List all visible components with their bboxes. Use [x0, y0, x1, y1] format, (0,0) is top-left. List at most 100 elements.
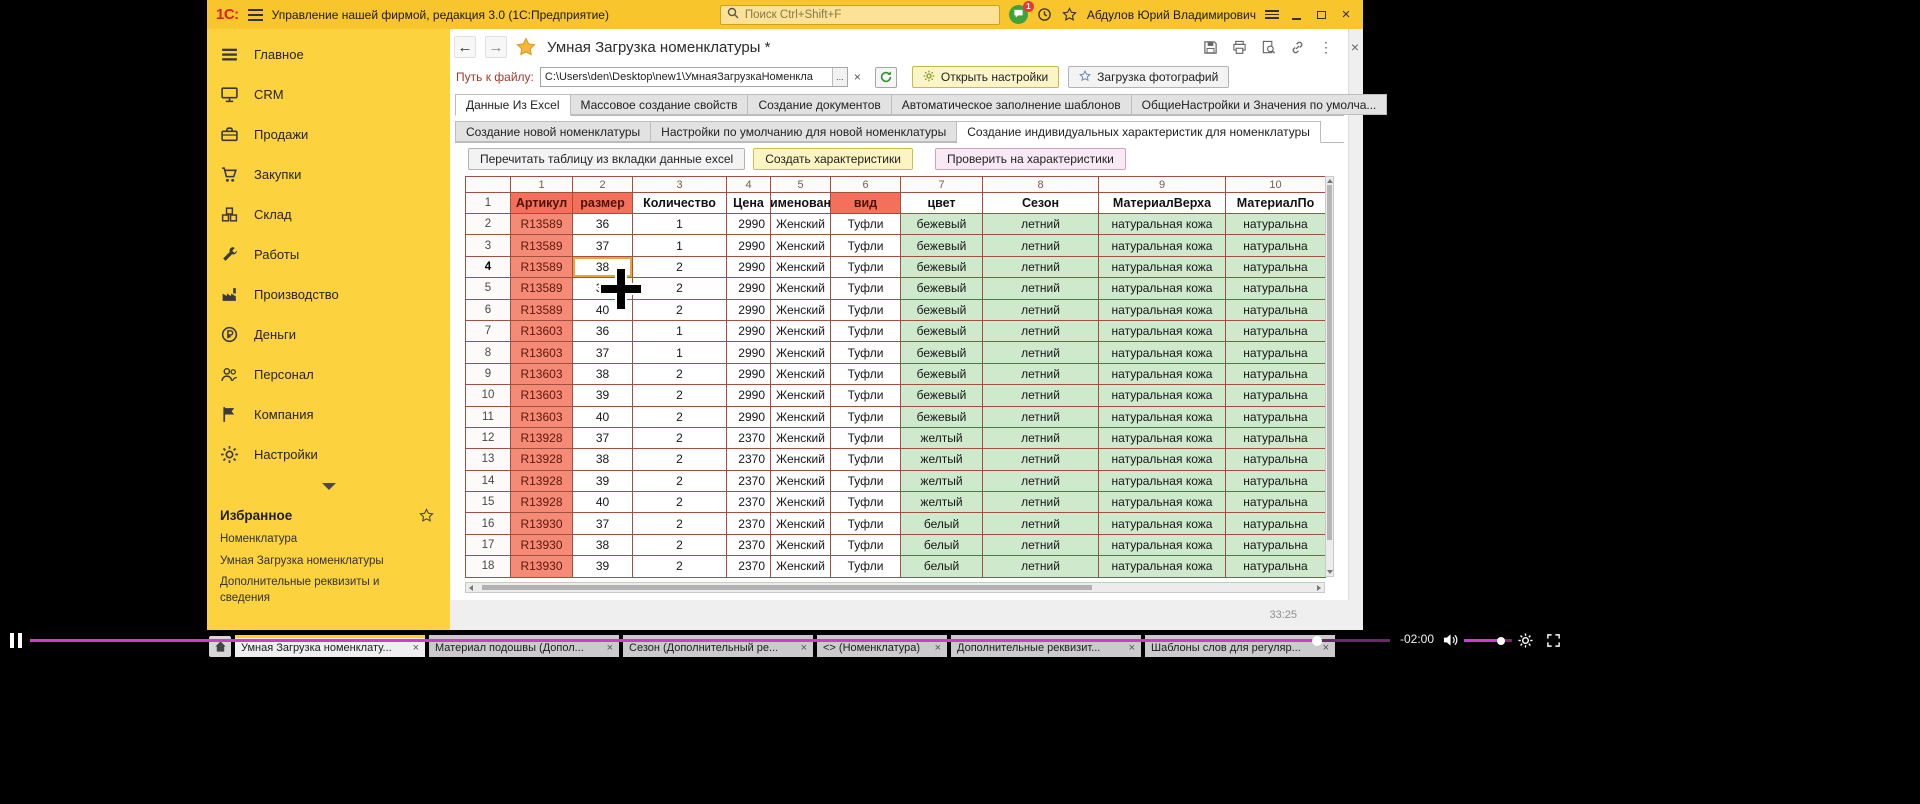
column-header[interactable]: МатериалПо	[1226, 193, 1326, 214]
cell-article[interactable]: R13928	[511, 471, 573, 492]
cell-size[interactable]: 38	[573, 449, 633, 470]
row-number[interactable]: 3	[466, 235, 511, 256]
tab[interactable]: Данные Из Excel	[455, 94, 571, 116]
cell-material-top[interactable]: натуральная кожа	[1099, 471, 1226, 492]
row-number[interactable]: 2	[466, 214, 511, 235]
cell-article[interactable]: R13589	[511, 300, 573, 321]
cell-price[interactable]: 2990	[727, 342, 771, 363]
cell-name[interactable]: Женский	[771, 556, 831, 577]
cell-season[interactable]: летний	[983, 428, 1099, 449]
back-button[interactable]: ←	[454, 36, 476, 58]
row-number[interactable]: 6	[466, 300, 511, 321]
cell-material-sole[interactable]: натуральна	[1226, 513, 1326, 534]
cell-color[interactable]: бежевый	[901, 407, 983, 428]
main-menu-icon[interactable]	[248, 9, 263, 21]
cell-quantity[interactable]: 2	[633, 300, 727, 321]
cell-size[interactable]: 39	[573, 278, 633, 299]
cell-material-sole[interactable]: натуральна	[1226, 278, 1326, 299]
cell-name[interactable]: Женский	[771, 321, 831, 342]
cell-name[interactable]: Женский	[771, 364, 831, 385]
restore-button[interactable]	[1313, 6, 1329, 24]
open-settings-button[interactable]: Открыть настройки	[912, 66, 1059, 88]
cell-color[interactable]: бежевый	[901, 235, 983, 256]
pause-button[interactable]	[10, 633, 22, 648]
cell-color[interactable]: бежевый	[901, 342, 983, 363]
cell-price[interactable]: 2990	[727, 235, 771, 256]
cell-color[interactable]: бежевый	[901, 257, 983, 278]
cell-price[interactable]: 2990	[727, 385, 771, 406]
cell-size[interactable]: 37	[573, 342, 633, 363]
cell-quantity[interactable]: 2	[633, 513, 727, 534]
load-photos-button[interactable]: Загрузка фотографий	[1068, 66, 1229, 88]
cell-size[interactable]: 36	[573, 214, 633, 235]
cell-season[interactable]: летний	[983, 407, 1099, 428]
cell-price[interactable]: 2990	[727, 300, 771, 321]
cell-article[interactable]: R13928	[511, 428, 573, 449]
cell-color[interactable]: желтый	[901, 471, 983, 492]
cell-material-sole[interactable]: натуральна	[1226, 428, 1326, 449]
refresh-button[interactable]	[875, 67, 897, 88]
row-number[interactable]: 5	[466, 278, 511, 299]
cell-material-sole[interactable]: натуральна	[1226, 407, 1326, 428]
browse-button[interactable]: ...	[832, 68, 847, 86]
row-number[interactable]: 13	[466, 449, 511, 470]
sidebar-item[interactable]: Персонал	[207, 354, 450, 394]
cell-quantity[interactable]: 2	[633, 278, 727, 299]
favorite-link[interactable]: Дополнительные реквизиты и сведения	[207, 572, 450, 609]
cell-price[interactable]: 2990	[727, 321, 771, 342]
cell-material-top[interactable]: натуральная кожа	[1099, 513, 1226, 534]
cell-price[interactable]: 2370	[727, 492, 771, 513]
cell-quantity[interactable]: 1	[633, 214, 727, 235]
cell-kind[interactable]: Туфли	[831, 471, 901, 492]
sub-tab[interactable]: Создание индивидуальных характеристик дл…	[957, 121, 1321, 143]
scroll-down-icon[interactable]	[1327, 570, 1333, 574]
column-header[interactable]: Сезон	[983, 193, 1099, 214]
progress-bar[interactable]	[30, 639, 1390, 642]
cell-material-top[interactable]: натуральная кожа	[1099, 278, 1226, 299]
cell-color[interactable]: желтый	[901, 428, 983, 449]
cell-article[interactable]: R13589	[511, 235, 573, 256]
action-button[interactable]: Перечитать таблицу из вкладки данные exc…	[468, 148, 745, 170]
star-icon[interactable]	[419, 508, 434, 523]
cell-article[interactable]: R13928	[511, 492, 573, 513]
cell-season[interactable]: летний	[983, 471, 1099, 492]
cell-material-top[interactable]: натуральная кожа	[1099, 342, 1226, 363]
cell-season[interactable]: летний	[983, 257, 1099, 278]
cell-price[interactable]: 2990	[727, 257, 771, 278]
row-number[interactable]: 15	[466, 492, 511, 513]
cell-size[interactable]: 39	[573, 385, 633, 406]
cell-season[interactable]: летний	[983, 300, 1099, 321]
cell-size[interactable]: 39	[573, 556, 633, 577]
cell-material-top[interactable]: натуральная кожа	[1099, 407, 1226, 428]
cell-kind[interactable]: Туфли	[831, 235, 901, 256]
cell-material-sole[interactable]: натуральна	[1226, 257, 1326, 278]
search-input[interactable]	[745, 9, 993, 21]
favorite-link[interactable]: Умная Загрузка номенклатуры	[207, 551, 450, 573]
cell-material-sole[interactable]: натуральна	[1226, 321, 1326, 342]
column-number[interactable]: 10	[1226, 177, 1326, 193]
cell-color[interactable]: желтый	[901, 492, 983, 513]
cell-name[interactable]: Женский	[771, 257, 831, 278]
cell-material-sole[interactable]: натуральна	[1226, 449, 1326, 470]
tab[interactable]: ОбщиеНастройки и Значения по умолча...	[1132, 94, 1388, 115]
cell-kind[interactable]: Туфли	[831, 535, 901, 556]
file-path-input[interactable]	[541, 71, 832, 83]
cell-price[interactable]: 2990	[727, 407, 771, 428]
cell-size[interactable]: 40	[573, 492, 633, 513]
cell-price[interactable]: 2370	[727, 535, 771, 556]
cell-article[interactable]: R13589	[511, 214, 573, 235]
column-number[interactable]: 6	[831, 177, 901, 193]
row-number[interactable]: 12	[466, 428, 511, 449]
column-header[interactable]: вид	[831, 193, 901, 214]
scroll-up-icon[interactable]	[1327, 179, 1333, 183]
volume-icon[interactable]	[1443, 633, 1460, 652]
column-header[interactable]: именован	[771, 193, 831, 214]
cell-color[interactable]: бежевый	[901, 278, 983, 299]
column-header[interactable]: цвет	[901, 193, 983, 214]
link-icon[interactable]	[1289, 39, 1305, 55]
cell-kind[interactable]: Туфли	[831, 278, 901, 299]
tab[interactable]: Массовое создание свойств	[571, 94, 749, 115]
cell-material-sole[interactable]: натуральна	[1226, 342, 1326, 363]
cell-material-sole[interactable]: натуральна	[1226, 556, 1326, 577]
print-icon[interactable]	[1231, 39, 1247, 55]
